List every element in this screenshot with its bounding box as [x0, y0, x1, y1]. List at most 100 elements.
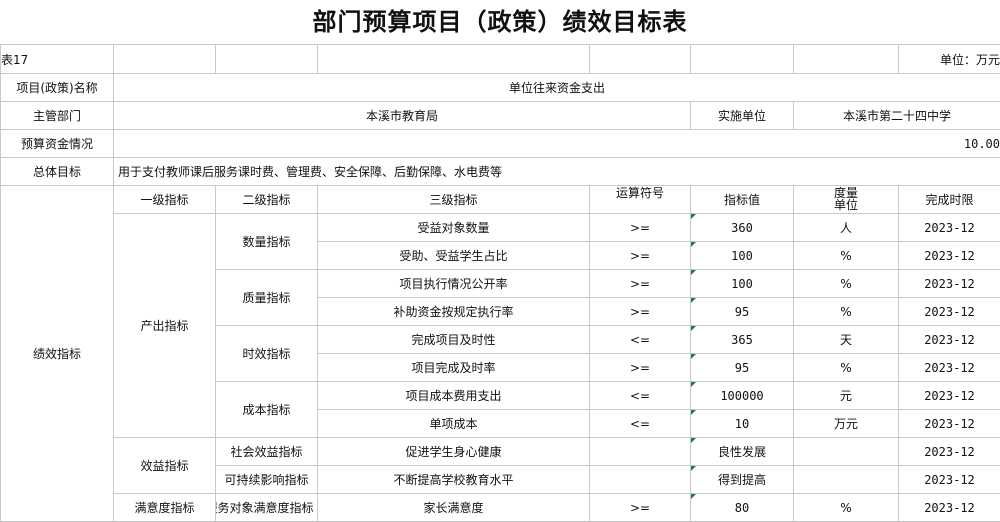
row-value[interactable]: 360 — [691, 214, 794, 242]
row-unit[interactable] — [794, 438, 899, 466]
row-name[interactable]: 受助、受益学生占比 — [318, 242, 590, 270]
group-output[interactable]: 产出指标 — [114, 214, 216, 438]
group-satisfaction[interactable]: 满意度指标 — [114, 494, 216, 522]
group-cost[interactable]: 成本指标 — [216, 382, 318, 438]
budget-value[interactable]: 10.00 — [114, 130, 1000, 158]
row-unit[interactable] — [794, 466, 899, 494]
header-op[interactable]: 运算符号 — [590, 186, 691, 214]
row-unit[interactable]: 元 — [794, 382, 899, 410]
cell[interactable] — [691, 45, 794, 74]
goal-label[interactable]: 总体目标 — [1, 158, 114, 186]
header-l3[interactable]: 三级指标 — [318, 186, 590, 214]
row-value[interactable]: 100 — [691, 270, 794, 298]
dept-label[interactable]: 主管部门 — [1, 102, 114, 130]
cell[interactable] — [590, 45, 691, 74]
group-benefit[interactable]: 效益指标 — [114, 438, 216, 494]
row-name[interactable]: 单项成本 — [318, 410, 590, 438]
row-value[interactable]: 365 — [691, 326, 794, 354]
cell[interactable] — [794, 45, 899, 74]
header-l1[interactable]: 一级指标 — [114, 186, 216, 214]
row-op[interactable]: >= — [590, 270, 691, 298]
group-social[interactable]: 社会效益指标 — [216, 438, 318, 466]
budget-label[interactable]: 预算资金情况 — [1, 130, 114, 158]
row-value[interactable]: 100000 — [691, 382, 794, 410]
unit-label[interactable]: 单位：万元 — [899, 45, 1000, 74]
row-name[interactable]: 不断提高学校教育水平 — [318, 466, 590, 494]
row-value[interactable]: 良性发展 — [691, 438, 794, 466]
row-value[interactable]: 95 — [691, 354, 794, 382]
goal-value[interactable]: 用于支付教师课后服务课时费、管理费、安全保障、后勤保障、水电费等 — [114, 158, 1000, 186]
header-val[interactable]: 指标值 — [691, 186, 794, 214]
header-due[interactable]: 完成时限 — [899, 186, 1000, 214]
dept-value[interactable]: 本溪市教育局 — [114, 102, 691, 130]
row-op[interactable]: <= — [590, 382, 691, 410]
group-sustain[interactable]: 可持续影响指标 — [216, 466, 318, 494]
row-unit[interactable]: % — [794, 354, 899, 382]
row-name[interactable]: 完成项目及时性 — [318, 326, 590, 354]
row-value[interactable]: 80 — [691, 494, 794, 522]
header-l2[interactable]: 二级指标 — [216, 186, 318, 214]
row-unit[interactable]: % — [794, 298, 899, 326]
cell[interactable] — [114, 45, 216, 74]
row-value[interactable]: 95 — [691, 298, 794, 326]
row-op[interactable]: >= — [590, 354, 691, 382]
row-unit[interactable]: % — [794, 270, 899, 298]
row-due[interactable]: 2023-12 — [899, 410, 1000, 438]
group-quantity[interactable]: 数量指标 — [216, 214, 318, 270]
row-due[interactable]: 2023-12 — [899, 466, 1000, 494]
group-quality[interactable]: 质量指标 — [216, 270, 318, 326]
group-service[interactable]: 服务对象满意度指标 — [216, 494, 318, 522]
row-op[interactable] — [590, 466, 691, 494]
row-op[interactable]: <= — [590, 410, 691, 438]
row-due[interactable]: 2023-12 — [899, 326, 1000, 354]
row-name[interactable]: 受益对象数量 — [318, 214, 590, 242]
table-row: 满意度指标 服务对象满意度指标 家长满意度 >= 80 % 2023-12 — [1, 494, 1000, 522]
project-name-label[interactable]: 项目(政策)名称 — [1, 74, 114, 102]
row-due[interactable]: 2023-12 — [899, 298, 1000, 326]
row-unit[interactable]: 天 — [794, 326, 899, 354]
sheet-label[interactable]: 表17 — [1, 45, 114, 74]
row-due[interactable]: 2023-12 — [899, 494, 1000, 522]
row-unit[interactable]: 万元 — [794, 410, 899, 438]
row-op[interactable]: >= — [590, 242, 691, 270]
budget-row: 预算资金情况 10.00 — [1, 130, 1000, 158]
row-name[interactable]: 家长满意度 — [318, 494, 590, 522]
page-title: 部门预算项目（政策）绩效目标表 — [0, 0, 1000, 44]
row-name[interactable]: 项目完成及时率 — [318, 354, 590, 382]
indicator-header-row: 绩效指标 一级指标 二级指标 三级指标 运算符号 指标值 度量单位 完成时限 — [1, 186, 1000, 214]
row-unit[interactable]: % — [794, 242, 899, 270]
impl-value[interactable]: 本溪市第二十四中学 — [794, 102, 1000, 130]
row-op[interactable]: <= — [590, 326, 691, 354]
perf-label[interactable]: 绩效指标 — [1, 186, 114, 522]
row-name[interactable]: 项目执行情况公开率 — [318, 270, 590, 298]
row-value[interactable]: 10 — [691, 410, 794, 438]
row-due[interactable]: 2023-12 — [899, 270, 1000, 298]
header-unit[interactable]: 度量单位 — [794, 186, 899, 214]
row-due[interactable]: 2023-12 — [899, 438, 1000, 466]
row-op[interactable]: >= — [590, 214, 691, 242]
group-timeliness[interactable]: 时效指标 — [216, 326, 318, 382]
row-name[interactable]: 促进学生身心健康 — [318, 438, 590, 466]
table-row: 产出指标 数量指标 受益对象数量 >= 360 人 2023-12 — [1, 214, 1000, 242]
row-value[interactable]: 得到提高 — [691, 466, 794, 494]
row-name[interactable]: 项目成本费用支出 — [318, 382, 590, 410]
row-unit[interactable]: % — [794, 494, 899, 522]
header-op-text: 运算符号 — [592, 186, 688, 213]
row-op[interactable] — [590, 438, 691, 466]
row-due[interactable]: 2023-12 — [899, 382, 1000, 410]
row-value[interactable]: 100 — [691, 242, 794, 270]
impl-label[interactable]: 实施单位 — [691, 102, 794, 130]
project-name-value[interactable]: 单位往来资金支出 — [114, 74, 1000, 102]
project-name-row: 项目(政策)名称 单位往来资金支出 — [1, 74, 1000, 102]
row-op[interactable]: >= — [590, 298, 691, 326]
row-op[interactable]: >= — [590, 494, 691, 522]
goal-row: 总体目标 用于支付教师课后服务课时费、管理费、安全保障、后勤保障、水电费等 — [1, 158, 1000, 186]
cell[interactable] — [318, 45, 590, 74]
row-unit[interactable]: 人 — [794, 214, 899, 242]
row-due[interactable]: 2023-12 — [899, 354, 1000, 382]
row-due[interactable]: 2023-12 — [899, 242, 1000, 270]
sheet-info-row: 表17 单位：万元 — [1, 45, 1000, 74]
cell[interactable] — [216, 45, 318, 74]
row-name[interactable]: 补助资金按规定执行率 — [318, 298, 590, 326]
row-due[interactable]: 2023-12 — [899, 214, 1000, 242]
